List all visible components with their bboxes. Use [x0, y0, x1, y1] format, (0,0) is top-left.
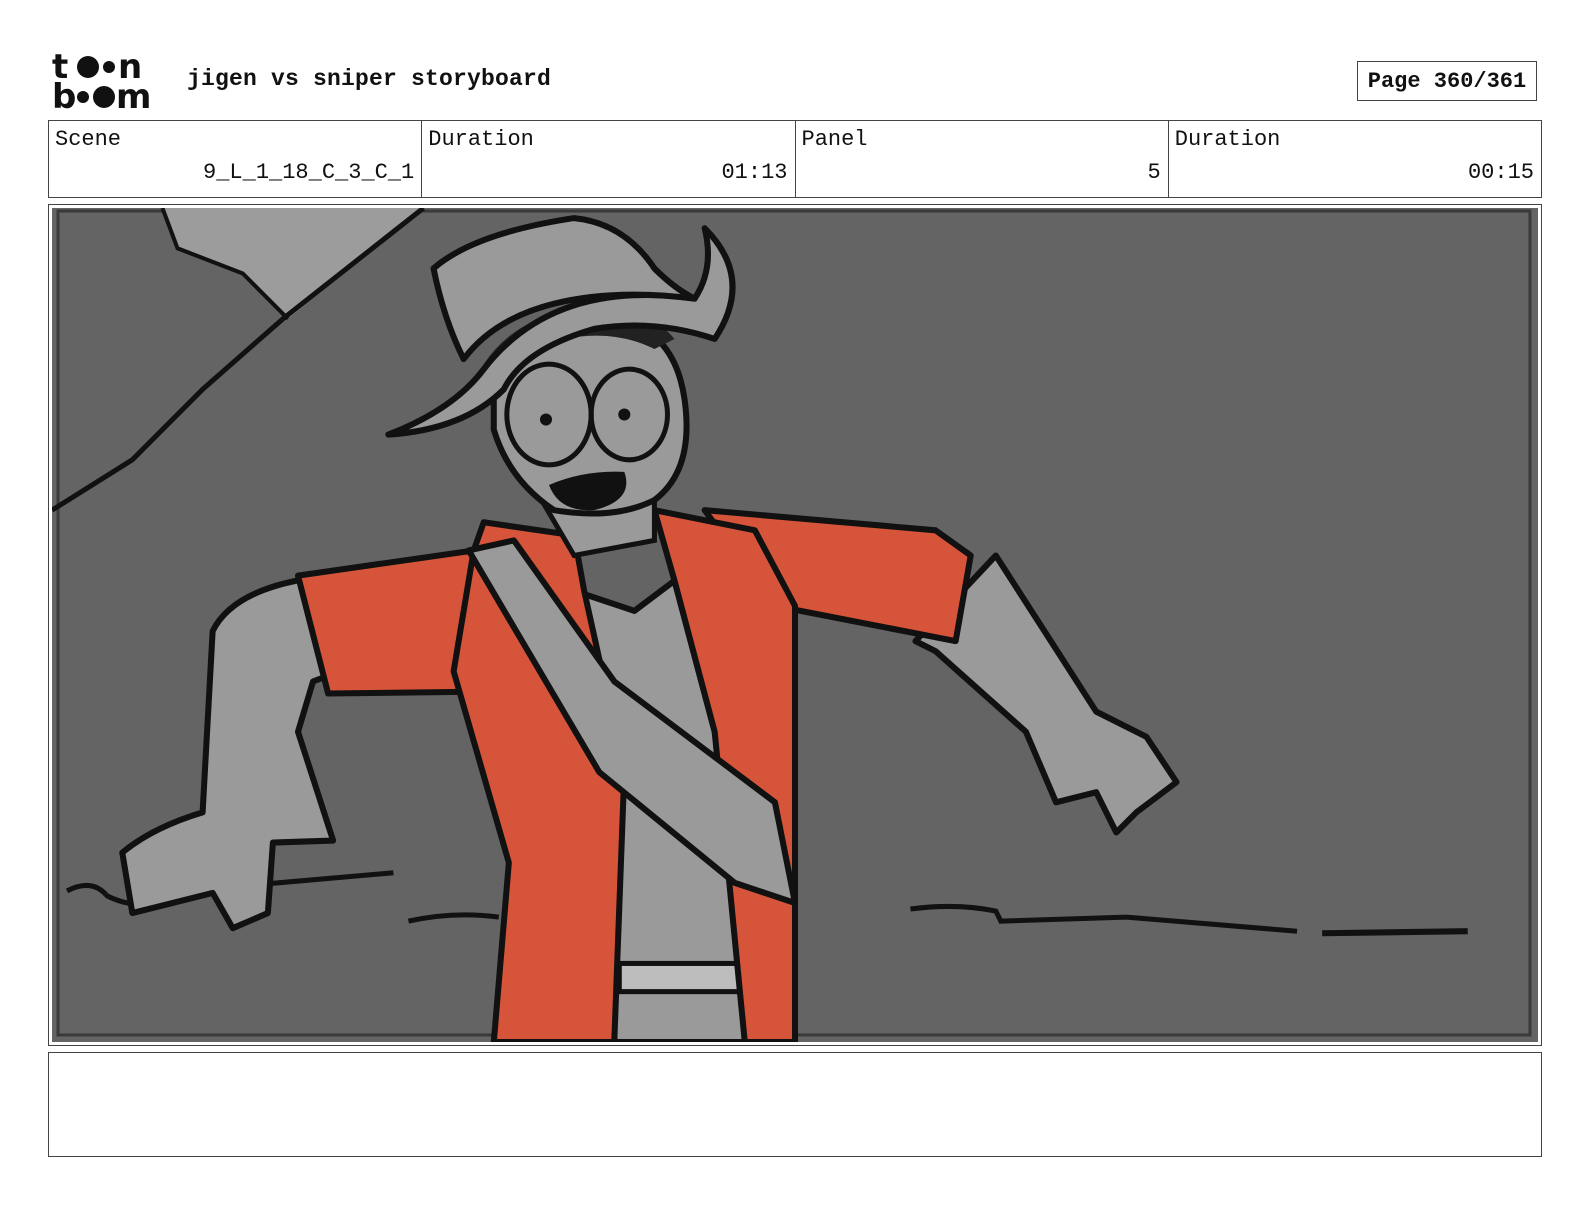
panel-drawing — [52, 208, 1538, 1042]
panel-value: 5 — [1147, 160, 1161, 185]
notes-box — [48, 1052, 1542, 1157]
scene-duration-label: Duration — [428, 127, 534, 152]
scene-duration-cell: Duration 01:13 — [422, 121, 796, 197]
toon-boom-logo: t n b m — [52, 50, 151, 112]
scene-label: Scene — [55, 127, 122, 152]
scene-info-bar: Scene 9_L_1_18_C_3_C_1 Duration 01:13 Pa… — [48, 120, 1542, 198]
storyboard-panel — [48, 204, 1542, 1046]
panel-label: Panel — [801, 127, 868, 152]
scene-cell: Scene 9_L_1_18_C_3_C_1 — [49, 121, 423, 197]
storyboard-title: jigen vs sniper storyboard — [187, 66, 552, 92]
scene-value: 9_L_1_18_C_3_C_1 — [203, 160, 415, 185]
page-indicator: Page 360/361 — [1357, 61, 1537, 101]
panel-cell: Panel 5 — [796, 121, 1169, 197]
svg-text:b: b — [52, 77, 76, 112]
belt — [616, 960, 753, 995]
panel-duration-cell: Duration 00:15 — [1169, 121, 1541, 197]
svg-text:m: m — [116, 77, 151, 112]
scene-duration-value: 01:13 — [721, 160, 788, 185]
panel-duration-label: Duration — [1174, 127, 1281, 152]
panel-duration-value: 00:15 — [1467, 160, 1534, 185]
